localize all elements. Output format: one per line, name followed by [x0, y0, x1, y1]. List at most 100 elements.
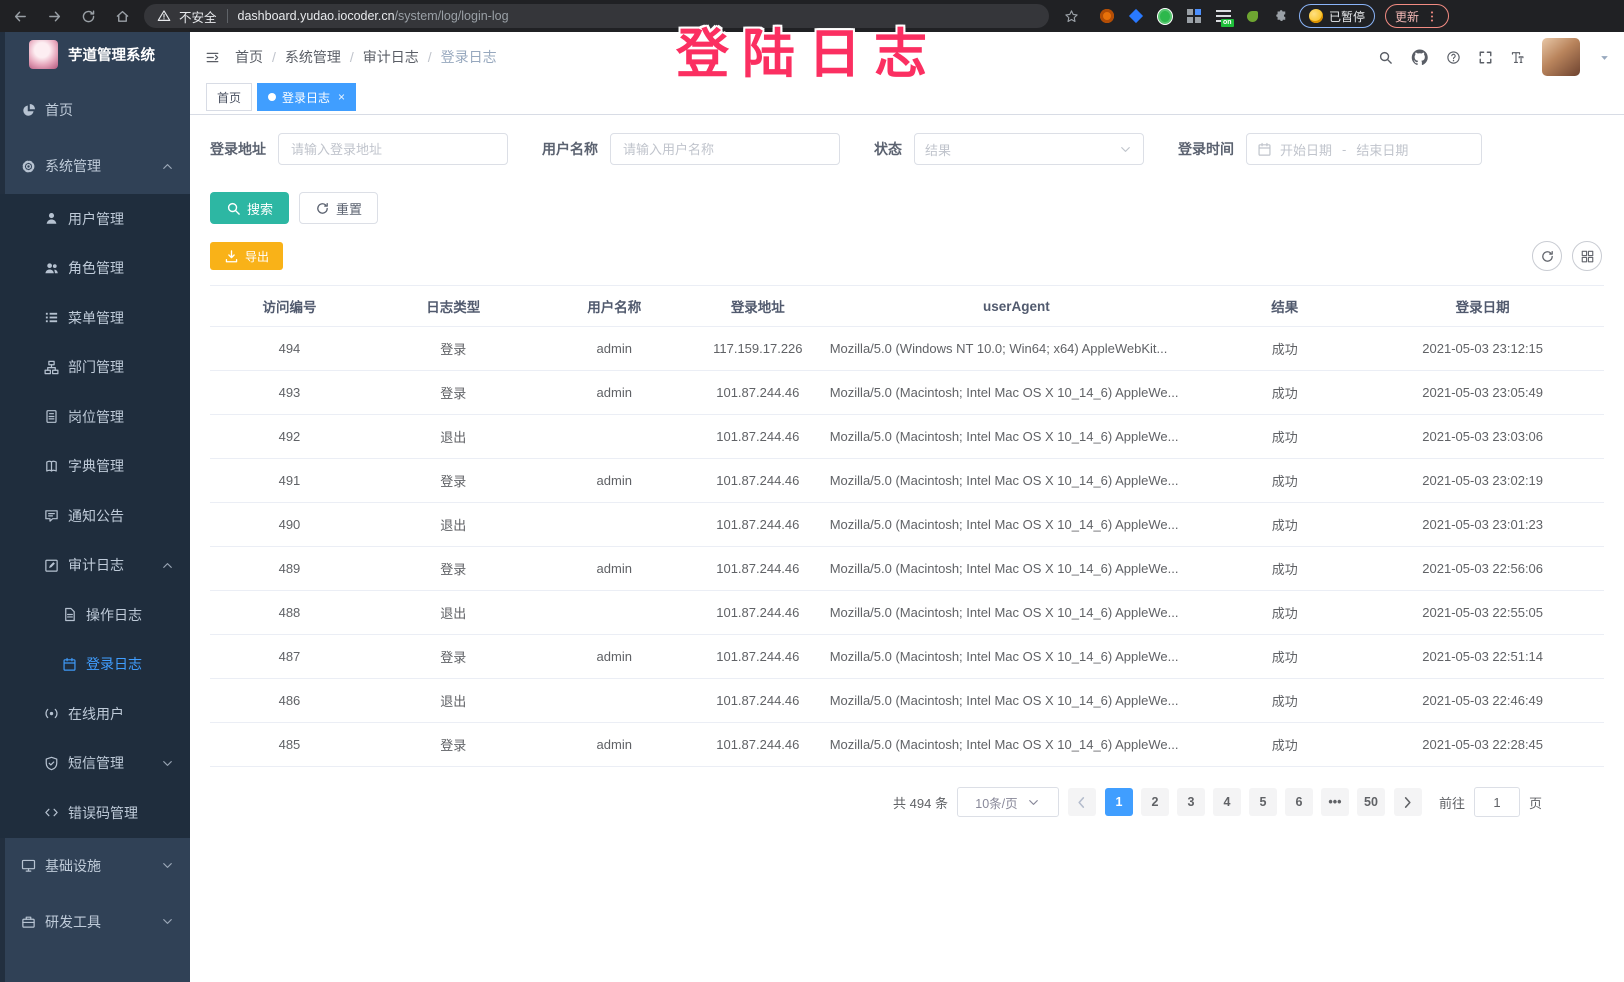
- back-icon[interactable]: [8, 9, 32, 24]
- sidebar-item-post-mgmt[interactable]: 岗位管理: [0, 392, 190, 442]
- sidebar-item-notice[interactable]: 通知公告: [0, 491, 190, 541]
- search-button[interactable]: 搜索: [210, 192, 289, 224]
- extension-leaf-icon[interactable]: [1244, 8, 1260, 24]
- extension-list-icon[interactable]: on: [1215, 8, 1231, 24]
- table-row[interactable]: 486退出101.87.244.46Mozilla/5.0 (Macintosh…: [210, 679, 1604, 723]
- table-row[interactable]: 485登录admin101.87.244.46Mozilla/5.0 (Maci…: [210, 723, 1604, 767]
- url-bar[interactable]: 不安全 dashboard.yudao.iocoder.cn/system/lo…: [144, 4, 1049, 28]
- user-avatar[interactable]: [1542, 38, 1580, 76]
- extension-green-icon[interactable]: [1157, 8, 1173, 24]
- table-cell: 117.159.17.226: [691, 341, 825, 356]
- sidebar-logo-row[interactable]: 芋道管理系统: [0, 32, 190, 76]
- update-button[interactable]: 更新: [1385, 4, 1449, 28]
- sidebar-item-system[interactable]: 系统管理: [0, 138, 190, 194]
- sidebar-item-dept-mgmt[interactable]: 部门管理: [0, 343, 190, 393]
- sidebar-collapse-icon[interactable]: [205, 50, 220, 65]
- pagination-page-5[interactable]: 5: [1249, 788, 1277, 816]
- tab-close-icon[interactable]: ×: [338, 90, 345, 104]
- sidebar-item-home[interactable]: 首页: [0, 82, 190, 138]
- breadcrumb-item[interactable]: 审计日志: [363, 47, 419, 67]
- page-size-select[interactable]: 10条/页: [957, 787, 1059, 817]
- extension-grid-icon[interactable]: [1186, 8, 1202, 24]
- online-icon: [44, 706, 59, 721]
- reload-icon[interactable]: [76, 9, 100, 24]
- font-size-icon[interactable]: [1510, 50, 1525, 65]
- table-row[interactable]: 494登录admin117.159.17.226Mozilla/5.0 (Win…: [210, 327, 1604, 371]
- sidebar-item-infra[interactable]: 基础设施: [0, 838, 190, 894]
- extension-orange-icon[interactable]: [1099, 8, 1115, 24]
- table-row[interactable]: 491登录admin101.87.244.46Mozilla/5.0 (Maci…: [210, 459, 1604, 503]
- sidebar-item-sms-mgmt[interactable]: 短信管理: [0, 739, 190, 789]
- sidebar-item-label: 首页: [45, 100, 73, 120]
- breadcrumb-separator: /: [428, 49, 432, 65]
- search-icon[interactable]: [1378, 50, 1393, 65]
- login-address-input[interactable]: [278, 133, 508, 165]
- breadcrumb-item[interactable]: 首页: [235, 47, 263, 67]
- status-select[interactable]: 结果: [914, 133, 1144, 165]
- username-input[interactable]: [610, 133, 840, 165]
- sidebar-item-errcode-mgmt[interactable]: 错误码管理: [0, 788, 190, 838]
- table-body: 494登录admin117.159.17.226Mozilla/5.0 (Win…: [210, 327, 1604, 767]
- caret-down-icon[interactable]: [1597, 50, 1612, 65]
- reset-button[interactable]: 重置: [299, 192, 378, 224]
- chevron-up-icon: [160, 159, 175, 174]
- goto-label: 前往: [1439, 793, 1465, 812]
- pagination-page-3[interactable]: 3: [1177, 788, 1205, 816]
- pagination: 共 494 条 10条/页 123456•••50 前往 页: [210, 787, 1604, 817]
- kebab-menu-icon[interactable]: [1425, 9, 1439, 24]
- table-row[interactable]: 488退出101.87.244.46Mozilla/5.0 (Macintosh…: [210, 591, 1604, 635]
- export-button[interactable]: 导出: [210, 242, 283, 270]
- extensions-row: on: [1099, 8, 1289, 24]
- sidebar-item-menu-mgmt[interactable]: 菜单管理: [0, 293, 190, 343]
- table-row[interactable]: 492退出101.87.244.46Mozilla/5.0 (Macintosh…: [210, 415, 1604, 459]
- app-logo-icon: [29, 40, 58, 69]
- pagination-page-2[interactable]: 2: [1141, 788, 1169, 816]
- sidebar-item-label: 审计日志: [68, 555, 124, 575]
- help-icon[interactable]: [1446, 50, 1461, 65]
- tab-login-log[interactable]: 登录日志 ×: [257, 83, 356, 111]
- breadcrumb-separator: /: [350, 49, 354, 65]
- table-refresh-button[interactable]: [1532, 241, 1562, 271]
- forward-icon[interactable]: [42, 9, 66, 24]
- date-separator: -: [1342, 142, 1346, 157]
- user-icon: [44, 211, 59, 226]
- goto-page-input[interactable]: [1474, 787, 1520, 817]
- sidebar-item-user-mgmt[interactable]: 用户管理: [0, 194, 190, 244]
- pagination-page-1[interactable]: 1: [1105, 788, 1133, 816]
- extensions-puzzle-icon[interactable]: [1273, 9, 1289, 24]
- column-header: 用户名称: [538, 296, 691, 316]
- table-cell: Mozilla/5.0 (Macintosh; Intel Mac OS X 1…: [825, 561, 1208, 576]
- security-label[interactable]: 不安全: [179, 7, 217, 26]
- pagination-page-4[interactable]: 4: [1213, 788, 1241, 816]
- sidebar-item-audit-log[interactable]: 审计日志: [0, 541, 190, 591]
- paused-badge[interactable]: 已暂停: [1299, 4, 1375, 28]
- github-icon[interactable]: [1410, 48, 1429, 67]
- bookmark-star-icon[interactable]: [1059, 9, 1083, 24]
- tab-home[interactable]: 首页: [206, 83, 252, 111]
- table-cell: 488: [210, 605, 369, 620]
- table-cell: 2021-05-03 23:12:15: [1361, 341, 1604, 356]
- sidebar-item-dict-mgmt[interactable]: 字典管理: [0, 442, 190, 492]
- sidebar-item-online-user[interactable]: 在线用户: [0, 689, 190, 739]
- table-row[interactable]: 489登录admin101.87.244.46Mozilla/5.0 (Maci…: [210, 547, 1604, 591]
- breadcrumb-item[interactable]: 系统管理: [285, 47, 341, 67]
- login-time-range-picker[interactable]: 开始日期 - 结束日期: [1246, 133, 1482, 165]
- sidebar-item-login-log[interactable]: 登录日志: [0, 640, 190, 690]
- prev-page-button[interactable]: [1068, 788, 1096, 816]
- sidebar-item-role-mgmt[interactable]: 角色管理: [0, 244, 190, 294]
- sidebar-item-dev-tools[interactable]: 研发工具: [0, 894, 190, 950]
- pagination-page-50[interactable]: 50: [1357, 788, 1385, 816]
- table-row[interactable]: 487登录admin101.87.244.46Mozilla/5.0 (Maci…: [210, 635, 1604, 679]
- table-row[interactable]: 490退出101.87.244.46Mozilla/5.0 (Macintosh…: [210, 503, 1604, 547]
- pagination-more[interactable]: •••: [1321, 788, 1349, 816]
- sidebar-item-op-log[interactable]: 操作日志: [0, 590, 190, 640]
- status-select-placeholder: 结果: [925, 140, 951, 159]
- next-page-button[interactable]: [1394, 788, 1422, 816]
- fullscreen-icon[interactable]: [1478, 50, 1493, 65]
- chevron-down-icon: [1026, 795, 1041, 810]
- pagination-page-6[interactable]: 6: [1285, 788, 1313, 816]
- home-icon[interactable]: [110, 9, 134, 24]
- table-row[interactable]: 493登录admin101.87.244.46Mozilla/5.0 (Maci…: [210, 371, 1604, 415]
- column-settings-button[interactable]: [1572, 241, 1602, 271]
- extension-diamond-icon[interactable]: [1128, 8, 1144, 24]
